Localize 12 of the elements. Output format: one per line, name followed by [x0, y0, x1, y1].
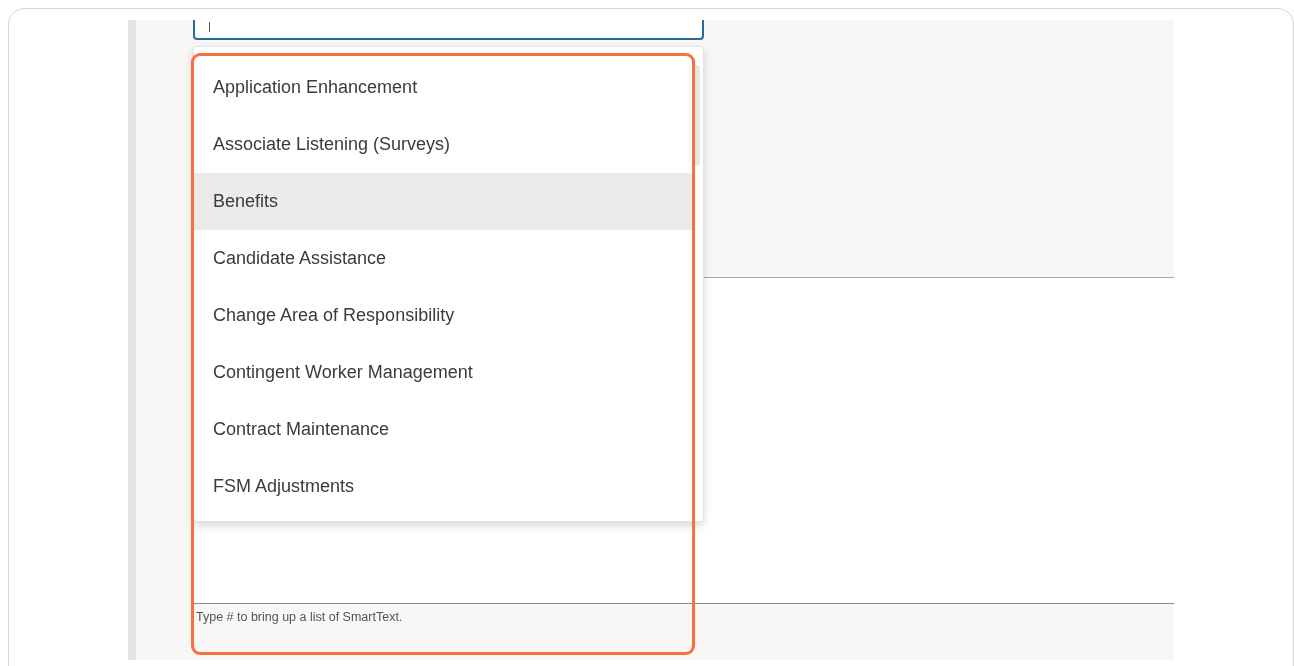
dropdown-option[interactable]: Associate Listening (Surveys)	[194, 116, 692, 173]
dropdown-option[interactable]: Candidate Assistance	[194, 230, 692, 287]
dropdown-option[interactable]: Contingent Worker Management	[194, 344, 692, 401]
dropdown-option[interactable]: Benefits	[194, 173, 692, 230]
dropdown-option[interactable]: Change Area of Responsibility	[194, 287, 692, 344]
dropdown-option[interactable]: FSM Adjustments	[194, 458, 692, 515]
dropdown-option[interactable]: Application Enhancement	[194, 59, 692, 116]
input-field[interactable]	[193, 20, 704, 40]
helper-text: Type # to bring up a list of SmartText.	[196, 610, 403, 624]
text-cursor	[209, 22, 210, 32]
dropdown-option[interactable]: Contract Maintenance	[194, 401, 692, 458]
scrollbar-thumb[interactable]	[692, 65, 700, 166]
